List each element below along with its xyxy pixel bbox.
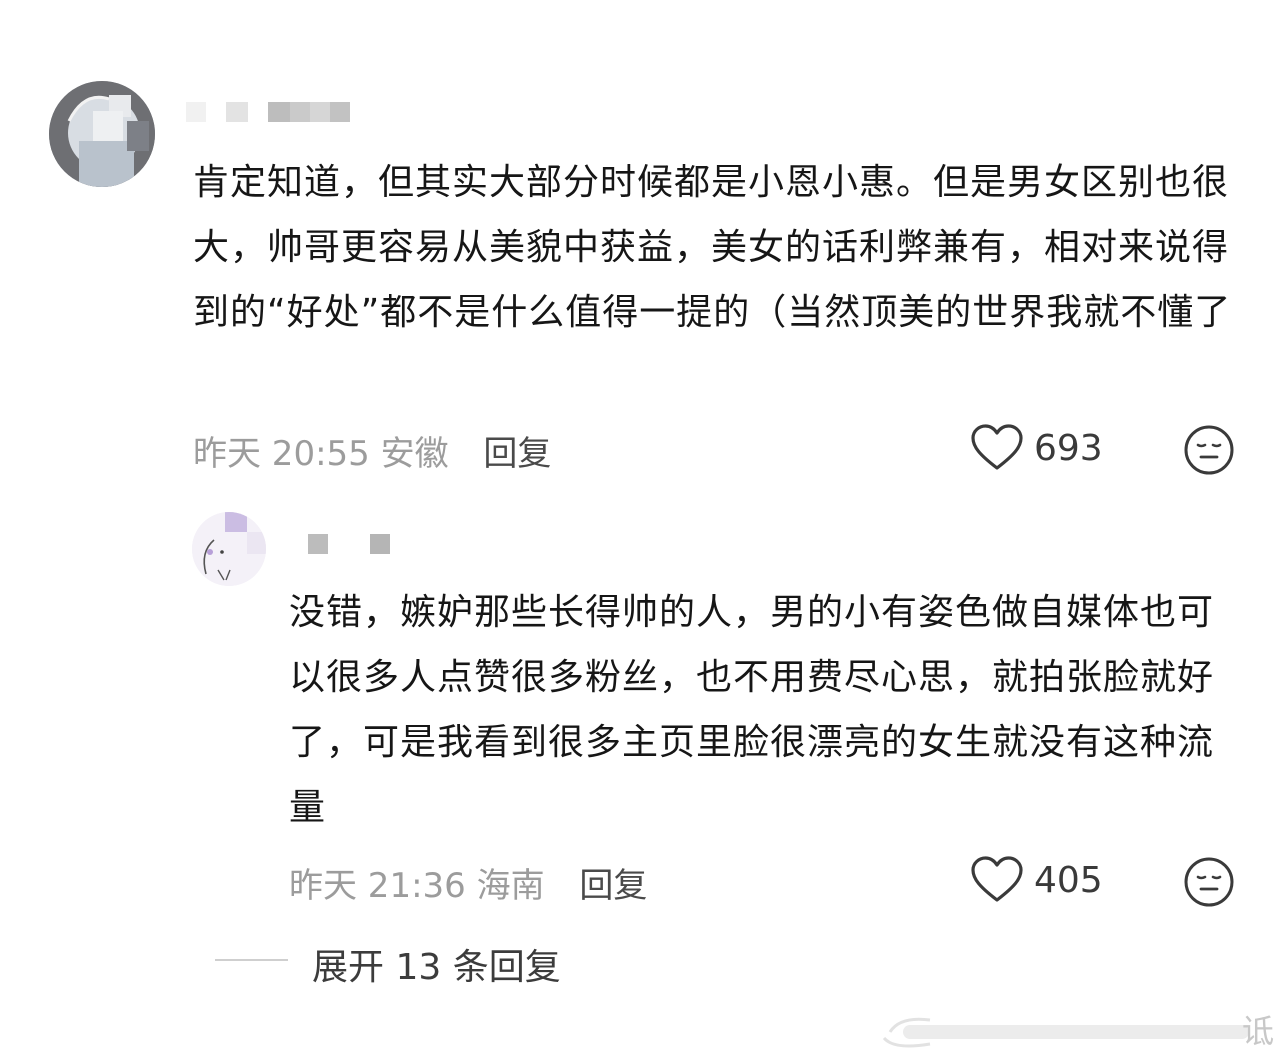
neutral-face-icon[interactable] — [1184, 857, 1234, 907]
comment-meta: 昨天 20:55 安徽 回复 — [193, 426, 551, 475]
comment-time: 昨天 21:36 — [289, 866, 466, 906]
heart-outline-icon — [971, 856, 1023, 902]
avatar-illustration — [49, 81, 155, 187]
comment-location: 安徽 — [380, 434, 449, 474]
watermark-text: 诋 — [1242, 1012, 1275, 1050]
watermark-logo — [882, 1017, 1249, 1048]
comment-time: 昨天 20:55 — [193, 434, 370, 474]
heart-outline-icon — [971, 424, 1023, 470]
like-count: 693 — [1034, 427, 1103, 469]
like-count: 405 — [1034, 859, 1103, 901]
comment-text: 肯定知道，但其实大部分时候都是小恩小惠。但是男女区别也很大，帅哥更容易从美貌中获… — [193, 162, 1232, 333]
reply-button[interactable]: 回复 — [579, 866, 647, 906]
reply-button[interactable]: 回复 — [483, 434, 551, 474]
like-button[interactable]: 405 — [970, 856, 1103, 904]
avatar-illustration — [192, 512, 266, 586]
comment-location: 海南 — [476, 866, 545, 906]
like-button[interactable]: 693 — [970, 424, 1103, 472]
reply-meta: 昨天 21:36 海南 回复 — [289, 858, 647, 907]
commenter-avatar[interactable] — [49, 81, 155, 187]
expand-divider — [215, 959, 288, 961]
reply-text: 没错，嫉妒那些长得帅的人，男的小有姿色做自媒体也可以很多人点赞很多粉丝，也不用费… — [289, 592, 1215, 828]
reply-commenter-avatar[interactable] — [192, 512, 266, 586]
expand-replies-button[interactable]: 展开 13 条回复 — [312, 938, 561, 990]
neutral-face-icon[interactable] — [1184, 425, 1234, 475]
